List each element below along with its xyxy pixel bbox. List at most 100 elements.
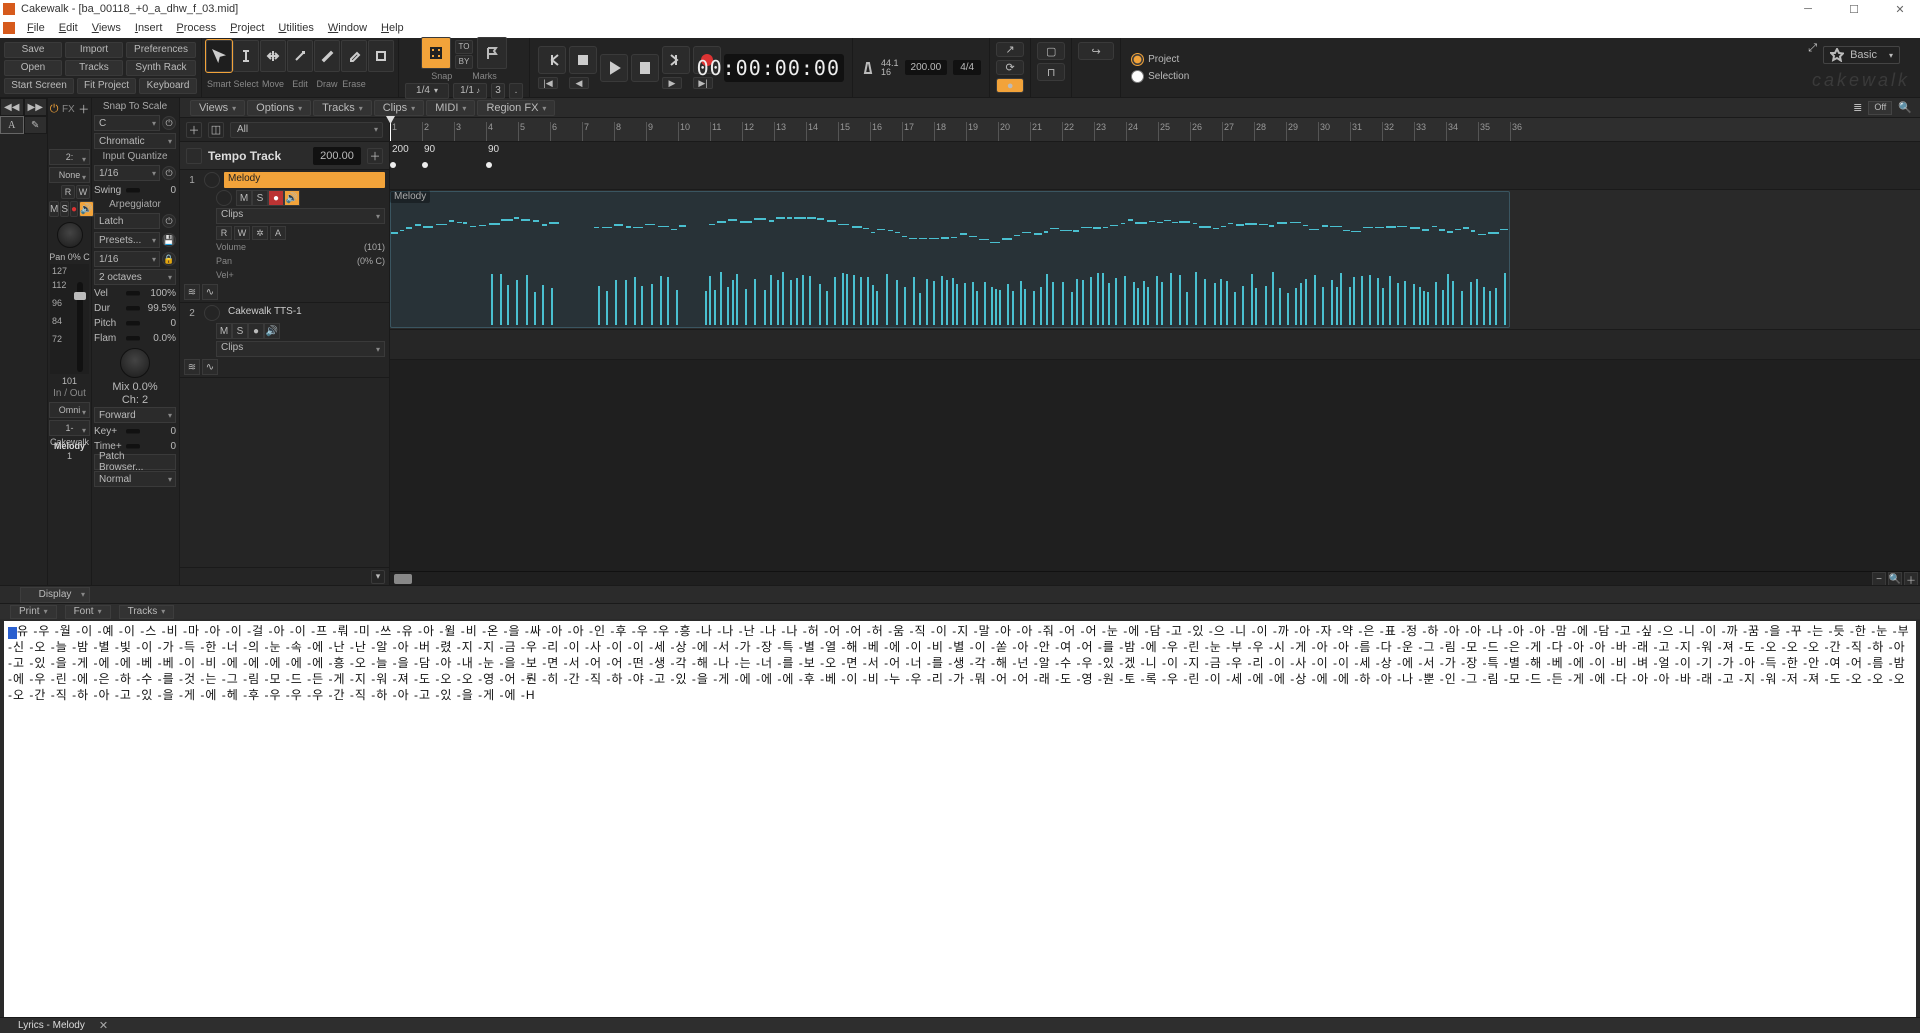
loop-a[interactable]: ↗ [996, 42, 1024, 57]
t1-vol-val[interactable]: (101) [364, 242, 385, 252]
track-1-lane[interactable]: Melody [390, 190, 1920, 330]
step-back[interactable]: ◀ [569, 77, 589, 89]
clips-drop[interactable]: Clips▾ [374, 100, 424, 116]
tempo-track-row[interactable]: Tempo Track 200.00 ＋ [180, 142, 389, 170]
tool-Select[interactable] [233, 40, 259, 72]
loop-b[interactable]: ⟳ [996, 60, 1024, 75]
menu-project[interactable]: Project [224, 21, 270, 35]
lyrics-font-drop[interactable]: Font▾ [65, 605, 111, 619]
write-button[interactable]: W [76, 185, 90, 199]
track-2[interactable]: 2 Cakewalk TTS-1 M S ● 🔊 Clips▾ ≋ ∿ [180, 303, 389, 378]
volume-fader[interactable]: 127 112 96 84 72 [50, 264, 89, 374]
tracks-button[interactable]: Tracks [65, 60, 123, 76]
tempo-node[interactable] [390, 162, 396, 168]
close-button[interactable]: ✕ [1880, 0, 1920, 18]
zoom-in[interactable]: ＋ [1904, 572, 1918, 586]
output-drop[interactable]: 1-Cakewalk▾ [49, 420, 90, 436]
t1-r[interactable]: R [216, 226, 232, 240]
play-button[interactable] [600, 54, 628, 82]
maximize-button[interactable]: ☐ [1834, 0, 1874, 18]
mute-button[interactable]: M [49, 201, 59, 217]
arp-lock[interactable]: 🔒 [162, 252, 176, 266]
track-2-lane[interactable] [390, 330, 1920, 360]
snap-value-drop[interactable]: 1/4▾ [405, 83, 449, 99]
open-button[interactable]: Open [4, 60, 62, 76]
snap-to[interactable]: TO [455, 40, 473, 54]
menu-process[interactable]: Process [170, 21, 222, 35]
save-button[interactable]: Save [4, 42, 62, 58]
fitproject-button[interactable]: Fit Project [77, 78, 136, 94]
octaves-drop[interactable]: 2 octaves▾ [94, 269, 176, 285]
st-pen[interactable]: ✎ [24, 116, 48, 134]
t1-mute[interactable]: M [236, 190, 252, 206]
snap2-opt[interactable]: 3 [491, 83, 505, 99]
options-drop[interactable]: Options▾ [247, 100, 311, 116]
mix-knob[interactable] [120, 348, 150, 378]
input-none[interactable]: None▾ [49, 167, 90, 183]
zoom-fit[interactable]: 🔍 [1888, 572, 1902, 586]
playhead[interactable] [390, 118, 391, 141]
minimize-button[interactable]: ─ [1788, 0, 1828, 18]
zoom-icon[interactable]: 🔍 [1898, 101, 1912, 114]
layers-off[interactable]: Off [1868, 101, 1892, 115]
t1-a[interactable]: A [270, 226, 286, 240]
timecode-display[interactable]: 00:00:00:00 [724, 54, 844, 82]
regionfx-drop[interactable]: Region FX▾ [477, 100, 555, 116]
lyrics-text[interactable]: 유 -우 -월 -이 -예 -이 -스 -비 -마 -아 -이 -걸 -아 -이… [8, 624, 1910, 702]
presets-save[interactable]: 💾 [162, 233, 176, 247]
quant-value-drop[interactable]: 1/16▾ [94, 165, 160, 181]
t2-lane[interactable]: ∿ [202, 359, 218, 375]
menu-file[interactable]: File [21, 21, 51, 35]
add-track-button[interactable]: ＋ [186, 122, 202, 138]
rewind-button[interactable] [538, 46, 566, 74]
import-button[interactable]: Import [65, 42, 123, 58]
expand-icon[interactable]: ⤢ [1808, 42, 1817, 64]
menu-utilities[interactable]: Utilities [272, 21, 319, 35]
scale-drop[interactable]: Chromatic▾ [94, 133, 176, 149]
tool-Move[interactable] [260, 40, 286, 72]
track-filter-drop[interactable]: All▾ [230, 122, 383, 138]
t1-monitor[interactable]: 🔊 [284, 190, 300, 206]
step-fwd[interactable]: ▶ [662, 77, 682, 89]
st-next[interactable]: ▶▶ [24, 98, 48, 116]
tempo-lane[interactable]: 2009090 [390, 142, 1920, 190]
loop-on[interactable]: ● [996, 78, 1024, 93]
tempo-marker[interactable]: 90 [424, 144, 435, 155]
dur-slider[interactable]: Dur99.5% [94, 301, 176, 315]
menu-insert[interactable]: Insert [129, 21, 169, 35]
scale-power[interactable]: ⏻ [162, 116, 176, 130]
lyrics-print-drop[interactable]: Print▾ [10, 605, 57, 619]
lyrics-editor[interactable]: 유 -우 -월 -이 -예 -이 -스 -비 -마 -아 -이 -걸 -아 -이… [0, 621, 1920, 1017]
read-button[interactable]: R [61, 185, 75, 199]
layers-icon[interactable]: ≣ [1853, 101, 1862, 114]
preferences-button[interactable]: Preferences [126, 42, 196, 58]
synthrack-button[interactable]: Synth Rack [126, 60, 196, 76]
arm-button[interactable]: ● [70, 201, 78, 217]
t1-solo[interactable]: S [252, 190, 268, 206]
t1-w[interactable]: W [234, 226, 250, 240]
metronome-icon[interactable] [861, 61, 875, 75]
keyplus-slider[interactable]: Key+0 [94, 424, 176, 438]
tempo-node[interactable] [486, 162, 492, 168]
radio-selection[interactable]: Selection [1131, 70, 1189, 83]
swing-slider[interactable]: Swing0 [94, 183, 176, 197]
share-button[interactable]: ↪ [1078, 42, 1114, 60]
fx-add-icon[interactable]: ＋ [78, 101, 89, 117]
pitch-slider[interactable]: Pitch0 [94, 316, 176, 330]
keyboard-button[interactable]: Keyboard [139, 78, 197, 94]
ffwd-button[interactable] [662, 46, 690, 74]
t1-pan-val[interactable]: (0% C) [357, 256, 385, 266]
t2-automation[interactable]: ≋ [184, 359, 200, 375]
tempo-node[interactable] [422, 162, 428, 168]
tool-Smart[interactable] [206, 40, 232, 72]
snap2-value-drop[interactable]: 1/1♪ [453, 83, 487, 99]
quant-power[interactable]: ⏻ [162, 166, 176, 180]
time-signature[interactable]: 4/4 [953, 60, 981, 75]
t2-monitor[interactable]: 🔊 [264, 323, 280, 339]
time-ruler[interactable]: 1234567891011121314151617181920212223242… [390, 118, 1920, 142]
tempo-value[interactable]: 200.00 [313, 147, 361, 165]
direction-drop[interactable]: Forward▾ [94, 407, 176, 423]
add-folder-button[interactable]: ◫ [208, 122, 224, 138]
tool-custom[interactable] [368, 40, 394, 72]
tool-Draw[interactable] [314, 40, 340, 72]
